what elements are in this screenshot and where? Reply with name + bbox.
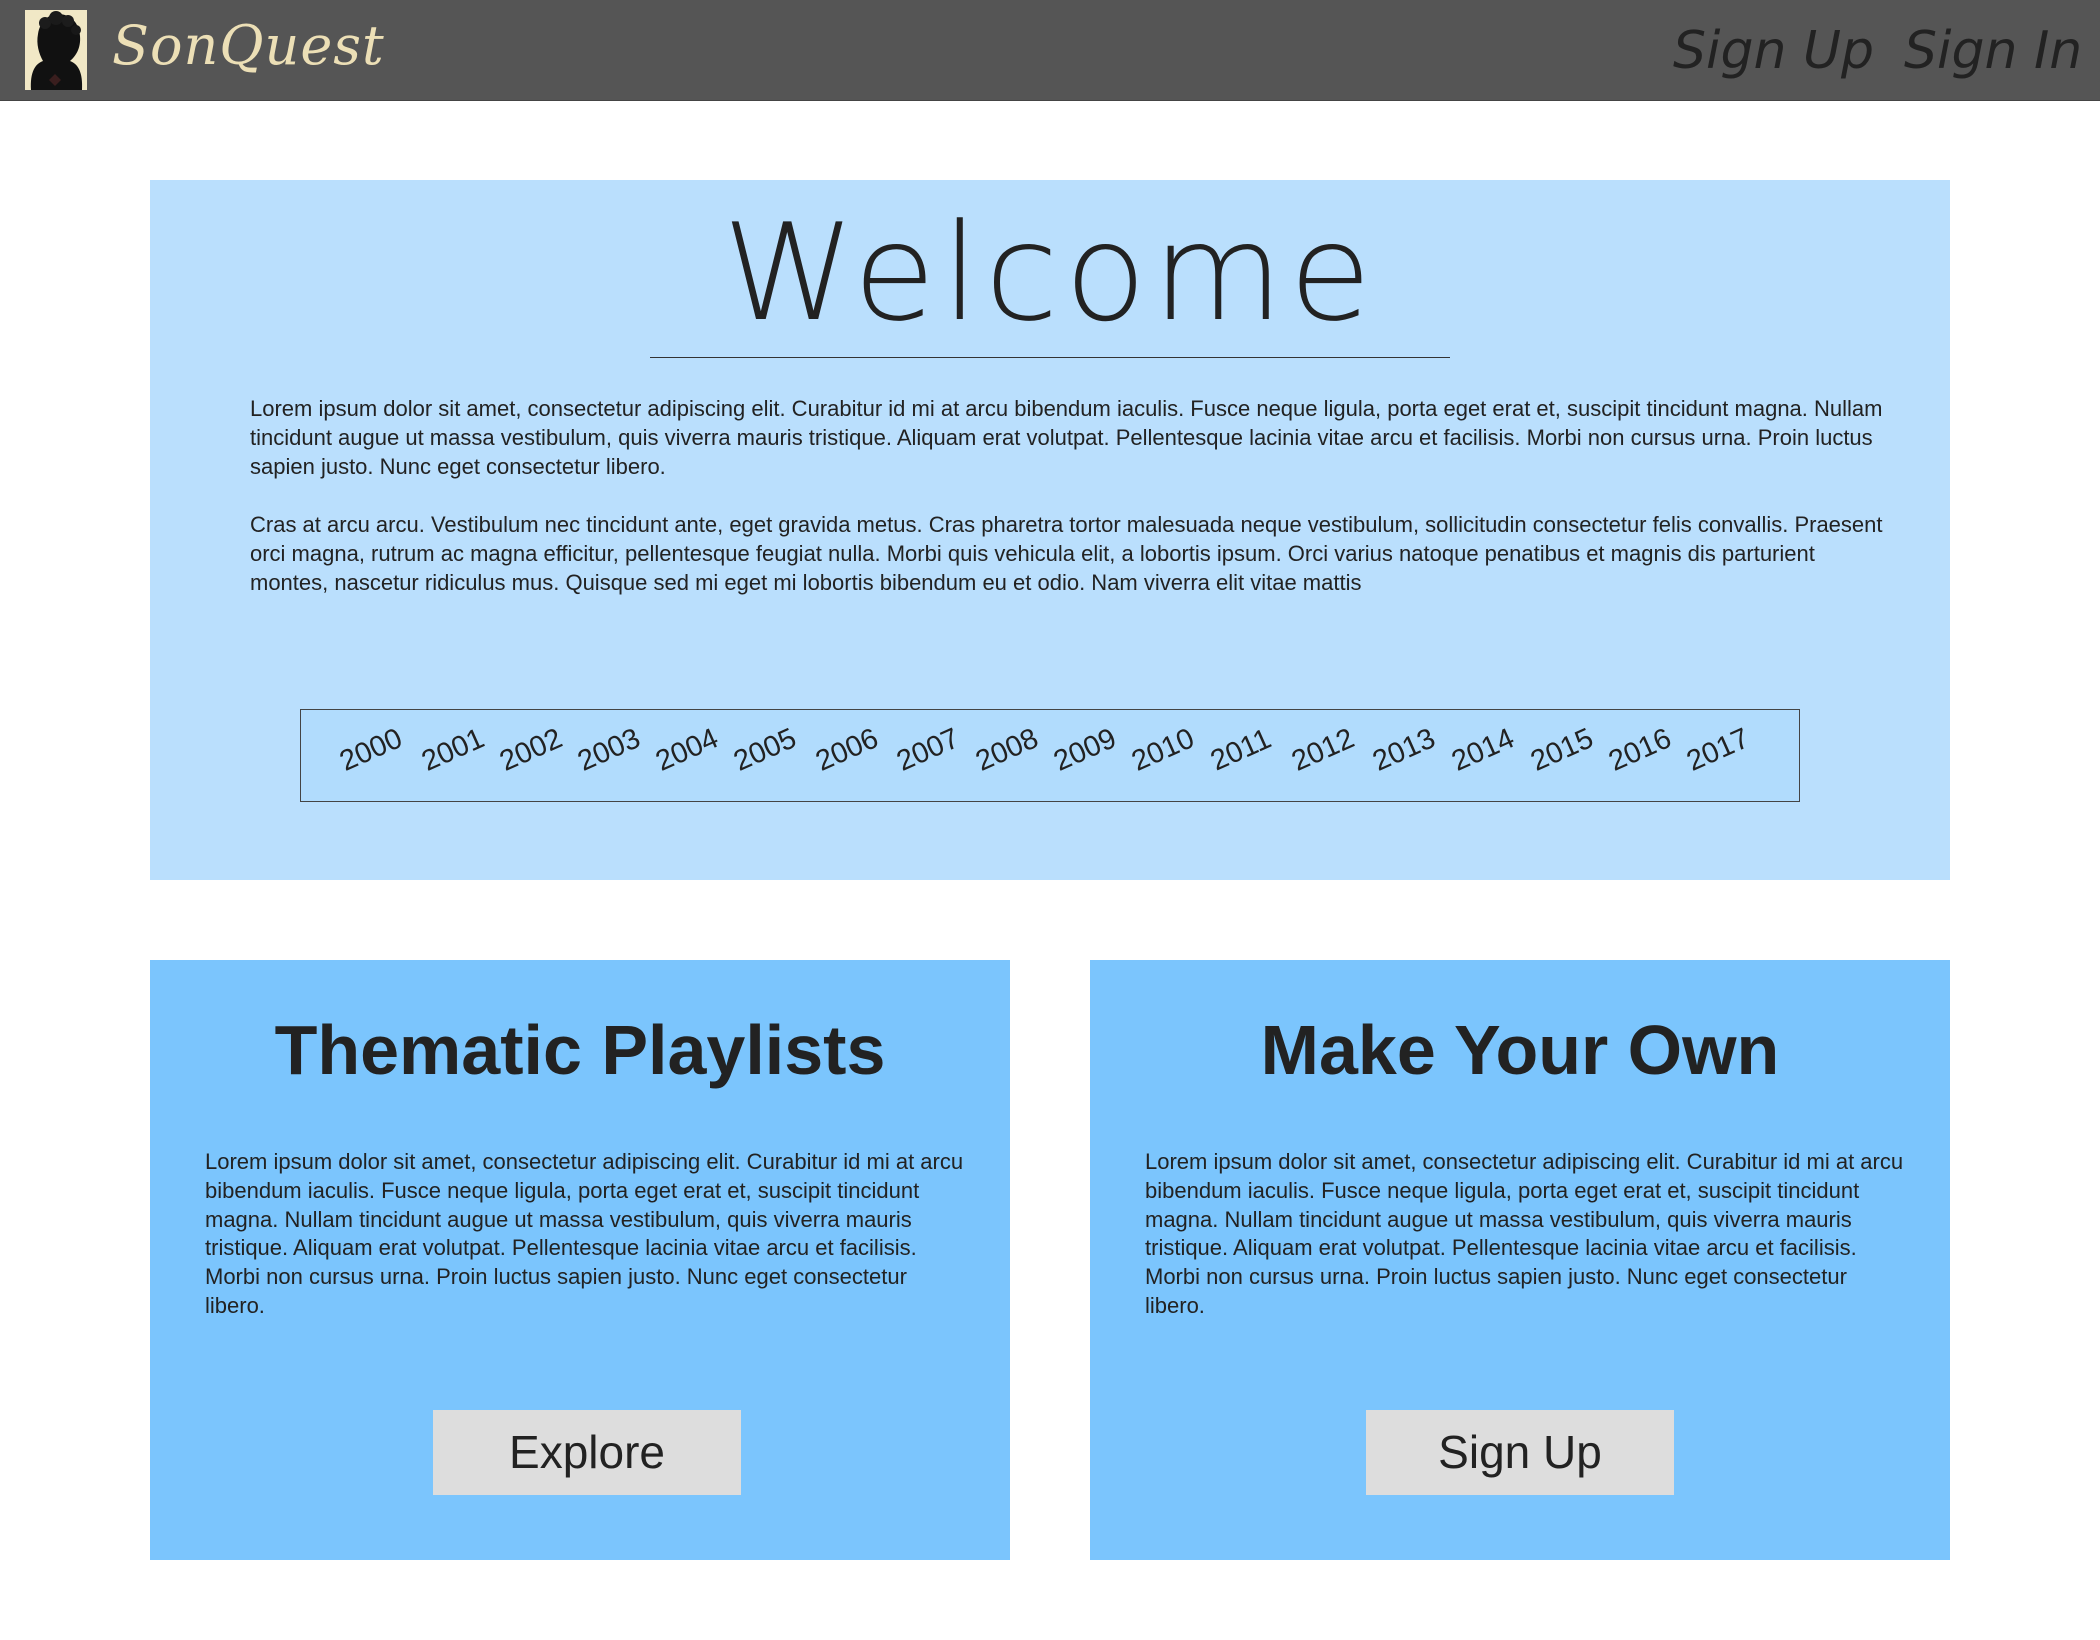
year-2000-link[interactable]: 2000 [335,722,407,777]
year-2002-link[interactable]: 2002 [495,722,567,777]
year-2017-link[interactable]: 2017 [1682,722,1754,777]
top-navbar: SonQuest Sign Up Sign In [0,0,2100,101]
year-2013-link[interactable]: 2013 [1368,722,1440,777]
card-title: Thematic Playlists [274,1011,886,1089]
logo-portrait-icon[interactable] [25,10,87,90]
thematic-playlists-card: Thematic Playlists Lorem ipsum dolor sit… [150,960,1010,1560]
brand-name[interactable]: SonQuest [112,14,385,79]
welcome-title: Welcome [722,195,1378,351]
sign-up-button[interactable]: Sign Up [1366,1410,1674,1495]
year-2011-link[interactable]: 2011 [1206,723,1276,778]
nav-sign-up-link[interactable]: Sign Up [1673,20,1874,82]
year-2016-link[interactable]: 2016 [1604,722,1676,777]
year-2005-link[interactable]: 2005 [729,722,801,777]
year-2006-link[interactable]: 2006 [811,722,883,777]
year-2004-link[interactable]: 2004 [651,722,723,777]
card-title: Make Your Own [1260,1011,1780,1089]
year-selector: 2000 2001 2002 2003 2004 2005 2006 2007 … [300,709,1800,802]
year-2007-link[interactable]: 2007 [892,722,964,777]
welcome-paragraph: Lorem ipsum dolor sit amet, consectetur … [250,396,1883,479]
card-description: Lorem ipsum dolor sit amet, consectetur … [205,1149,964,1318]
year-2001-link[interactable]: 2001 [417,722,489,777]
year-2014-link[interactable]: 2014 [1447,722,1519,777]
year-2008-link[interactable]: 2008 [971,722,1043,777]
nav-sign-in-link[interactable]: Sign In [1904,20,2082,82]
card-description: Lorem ipsum dolor sit amet, consectetur … [1145,1149,1904,1318]
year-2003-link[interactable]: 2003 [573,722,645,777]
explore-button[interactable]: Explore [433,1410,741,1495]
year-2015-link[interactable]: 2015 [1526,722,1598,777]
title-divider [650,357,1450,358]
year-2012-link[interactable]: 2012 [1287,722,1359,777]
make-your-own-card: Make Your Own Lorem ipsum dolor sit amet… [1090,960,1950,1560]
welcome-panel: Welcome Lorem ipsum dolor sit amet, cons… [150,180,1950,880]
welcome-paragraph: Cras at arcu arcu. Vestibulum nec tincid… [250,512,1883,595]
year-2009-link[interactable]: 2009 [1049,722,1121,777]
year-2010-link[interactable]: 2010 [1127,722,1199,777]
